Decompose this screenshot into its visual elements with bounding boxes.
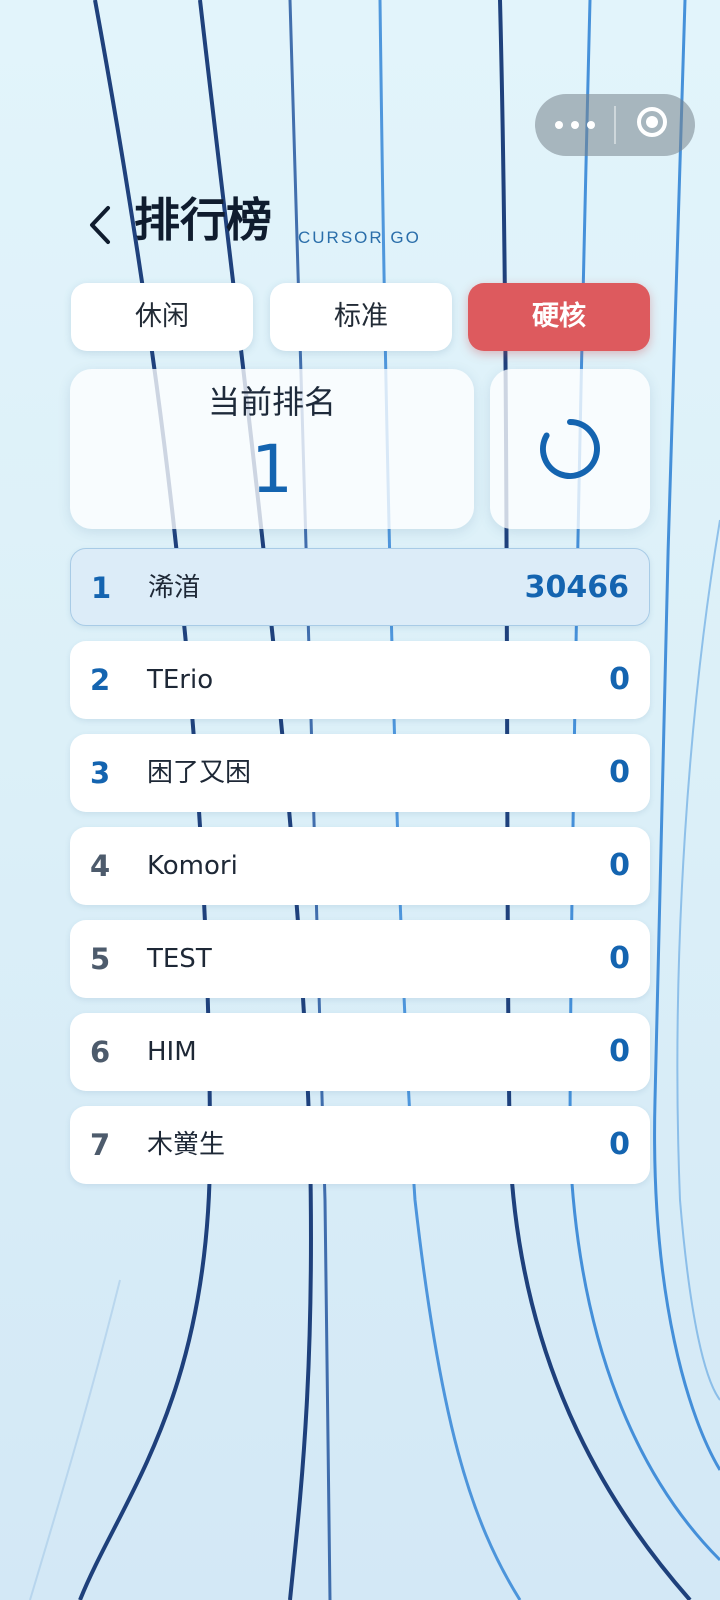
leaderboard-row[interactable]: 4 Komori 0 — [70, 827, 650, 905]
player-name: TErio — [147, 665, 214, 695]
player-score: 30466 — [524, 570, 629, 605]
rank-number: 4 — [90, 849, 111, 883]
difficulty-tabs: 休闲 标准 硬核 — [71, 283, 651, 351]
player-score: 0 — [609, 941, 630, 976]
page-subtitle: CURSOR GO — [298, 228, 421, 247]
tab-standard[interactable]: 标准 — [270, 283, 452, 351]
refresh-button[interactable] — [490, 369, 650, 529]
player-name: 木黉生 — [147, 1130, 226, 1160]
leaderboard-row[interactable]: 5 TEST 0 — [70, 920, 650, 998]
player-name: 困了又困 — [147, 758, 252, 788]
tab-casual[interactable]: 休闲 — [71, 283, 253, 351]
mini-program-capsule — [535, 94, 695, 156]
rank-number: 7 — [90, 1128, 111, 1162]
player-name: HIM — [147, 1037, 197, 1067]
rank-number: 3 — [90, 756, 111, 790]
leaderboard-row[interactable]: 7 木黉生 0 — [70, 1106, 650, 1184]
player-score: 0 — [609, 1034, 630, 1069]
leaderboard-row[interactable]: 6 HIM 0 — [70, 1013, 650, 1091]
more-button[interactable] — [535, 94, 614, 156]
rank-number: 5 — [90, 942, 111, 976]
leaderboard-row[interactable]: 3 困了又困 0 — [70, 734, 650, 812]
leaderboard-row[interactable]: 2 TErio 0 — [70, 641, 650, 719]
player-score: 0 — [609, 1127, 630, 1162]
back-button[interactable] — [84, 204, 118, 246]
player-name: TEST — [147, 944, 212, 974]
rank-number: 6 — [90, 1035, 111, 1069]
current-rank-card: 当前排名 1 — [70, 369, 474, 529]
page-title: 排行榜 — [134, 193, 272, 247]
close-mini-program-button[interactable] — [616, 94, 695, 156]
rank-number: 1 — [91, 571, 112, 605]
current-rank-label: 当前排名 — [207, 383, 336, 421]
player-name: Komori — [147, 851, 238, 881]
player-name: 浠渞 — [148, 573, 201, 603]
rank-number: 2 — [90, 663, 111, 697]
player-score: 0 — [609, 662, 630, 697]
current-rank-value: 1 — [251, 431, 293, 508]
chevron-left-icon — [90, 206, 110, 244]
player-score: 0 — [609, 848, 630, 883]
refresh-spinner-icon — [540, 419, 600, 479]
leaderboard-row[interactable]: 1 浠渞 30466 — [70, 548, 650, 626]
tab-hardcore[interactable]: 硬核 — [468, 283, 650, 351]
player-score: 0 — [609, 755, 630, 790]
